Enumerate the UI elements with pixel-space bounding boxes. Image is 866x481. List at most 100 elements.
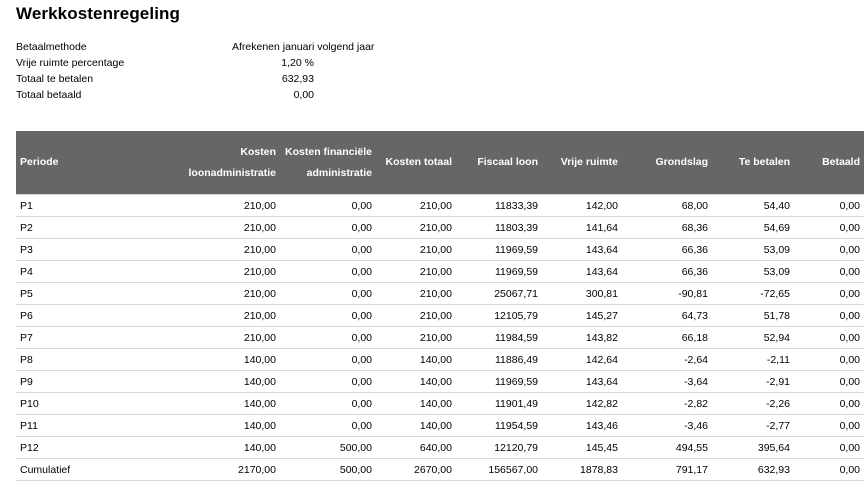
summary-row-vrije-ruimte: Vrije ruimte percentage 1,20 % <box>16 55 416 71</box>
summary-value: 1,20 % <box>281 57 314 69</box>
table-cell: 66,36 <box>622 238 712 261</box>
table-cell: 0,00 <box>280 260 376 283</box>
summary-value: Afrekenen januari volgend jaar <box>232 41 375 53</box>
table-cell: 68,00 <box>622 194 712 217</box>
table-cell: 145,27 <box>542 304 622 327</box>
table-cell: 143,46 <box>542 414 622 437</box>
table-cell: -72,65 <box>712 282 794 305</box>
summary-row-totaal-betaald: Totaal betaald 0,00 <box>16 87 416 103</box>
summary-value: 0,00 <box>293 89 314 101</box>
table-cell: P10 <box>16 392 166 415</box>
table-cell: 11833,39 <box>456 194 542 217</box>
page-title: Werkkostenregeling <box>16 4 180 23</box>
table-cell: P9 <box>16 370 166 393</box>
table-row: P9 140,00 0,00 140,00 11969,59 143,64 -3,64 -2,… <box>16 370 864 393</box>
table-cell: P11 <box>16 414 166 437</box>
table-cell: 791,17 <box>622 458 712 481</box>
table-cell: Cumulatief <box>16 458 166 481</box>
column-header-periode: Periode <box>16 131 166 195</box>
table-cell: 66,18 <box>622 326 712 349</box>
table-cell: 140,00 <box>376 370 456 393</box>
table-cell: P2 <box>16 216 166 239</box>
column-header-vrije-ruimte: Vrije ruimte <box>542 131 622 195</box>
summary-label: Vrije ruimte percentage <box>16 57 125 69</box>
table-cell: P5 <box>16 282 166 305</box>
table-cell: 0,00 <box>794 238 864 261</box>
table-cell: 0,00 <box>280 370 376 393</box>
table-cell: 12120,79 <box>456 436 542 459</box>
summary-row-totaal-te-betalen: Totaal te betalen 632,93 <box>16 71 416 87</box>
summary-label: Totaal betaald <box>16 89 82 101</box>
summary-block: Betaalmethode Afrekenen januari volgend … <box>16 39 416 103</box>
table-cell: 11901,49 <box>456 392 542 415</box>
table-cell: P4 <box>16 260 166 283</box>
column-header-kosten-financiele-administratie: Kosten financiële administratie <box>280 131 376 195</box>
table-cell: 140,00 <box>376 392 456 415</box>
table-cell: -2,82 <box>622 392 712 415</box>
column-header-grondslag: Grondslag <box>622 131 712 195</box>
table-cell: P7 <box>16 326 166 349</box>
table-cell: 11803,39 <box>456 216 542 239</box>
table-cell: 0,00 <box>280 326 376 349</box>
column-header-kosten-totaal: Kosten totaal <box>376 131 456 195</box>
table-cell: -90,81 <box>622 282 712 305</box>
table-cell: 12105,79 <box>456 304 542 327</box>
table-row: P2 210,00 0,00 210,00 11803,39 141,64 68,36 54,… <box>16 216 864 239</box>
table-row: P11 140,00 0,00 140,00 11954,59 143,46 -3,46 -2… <box>16 414 864 437</box>
table-row: P7 210,00 0,00 210,00 11984,59 143,82 66,18 52,… <box>16 326 864 349</box>
table-cell: P12 <box>16 436 166 459</box>
table-cell: 68,36 <box>622 216 712 239</box>
table-row: P1 210,00 0,00 210,00 11833,39 142,00 68,00 54,… <box>16 194 864 217</box>
table-cell: 53,09 <box>712 260 794 283</box>
table-cell: 632,93 <box>712 458 794 481</box>
table-cell: 500,00 <box>280 458 376 481</box>
table-row-total: Cumulatief 2170,00 500,00 2670,00 156567,00 1… <box>16 458 864 481</box>
table-cell: 140,00 <box>376 348 456 371</box>
table-cell: 0,00 <box>794 392 864 415</box>
table-cell: 143,82 <box>542 326 622 349</box>
table-cell: 0,00 <box>794 458 864 481</box>
table-cell: -2,91 <box>712 370 794 393</box>
table-cell: 141,64 <box>542 216 622 239</box>
table-header-row: Periode Kosten loonadministratie Kosten … <box>16 131 864 195</box>
table-cell: 54,69 <box>712 216 794 239</box>
table-cell: 142,82 <box>542 392 622 415</box>
table-cell: P1 <box>16 194 166 217</box>
table-cell: -3,64 <box>622 370 712 393</box>
table-cell: 2170,00 <box>166 458 280 481</box>
table-row: P6 210,00 0,00 210,00 12105,79 145,27 64,73 51,… <box>16 304 864 327</box>
table-cell: 0,00 <box>794 414 864 437</box>
table-cell: 11954,59 <box>456 414 542 437</box>
table-cell: 395,64 <box>712 436 794 459</box>
table-row: P4 210,00 0,00 210,00 11969,59 143,64 66,36 53,… <box>16 260 864 283</box>
table-cell: 0,00 <box>280 194 376 217</box>
table-row: P5 210,00 0,00 210,00 25067,71 300,81 -90,81 -7… <box>16 282 864 305</box>
table-cell: -2,64 <box>622 348 712 371</box>
table-row: P8 140,00 0,00 140,00 11886,49 142,64 -2,64 -2,… <box>16 348 864 371</box>
table-cell: -2,26 <box>712 392 794 415</box>
table-cell: 0,00 <box>794 194 864 217</box>
table-cell: -2,77 <box>712 414 794 437</box>
table-cell: 52,94 <box>712 326 794 349</box>
summary-row-betaalmethode: Betaalmethode Afrekenen januari volgend … <box>16 39 416 55</box>
summary-label: Totaal te betalen <box>16 73 94 85</box>
table-cell: P6 <box>16 304 166 327</box>
table-cell: 210,00 <box>166 304 280 327</box>
summary-label: Betaalmethode <box>16 41 87 53</box>
table-cell: 210,00 <box>376 216 456 239</box>
table-cell: 140,00 <box>166 370 280 393</box>
table-cell: 51,78 <box>712 304 794 327</box>
table-cell: 11886,49 <box>456 348 542 371</box>
table-body: P1 210,00 0,00 210,00 11833,39 142,00 68,00 54,… <box>16 194 864 481</box>
table-cell: 2670,00 <box>376 458 456 481</box>
table-cell: 1878,83 <box>542 458 622 481</box>
table-cell: 11969,59 <box>456 260 542 283</box>
table-cell: 143,64 <box>542 260 622 283</box>
table-cell: 140,00 <box>166 392 280 415</box>
table-cell: 0,00 <box>794 304 864 327</box>
table-cell: 142,00 <box>542 194 622 217</box>
table-cell: P8 <box>16 348 166 371</box>
table-cell: 0,00 <box>794 370 864 393</box>
werkkosten-table: Periode Kosten loonadministratie Kosten … <box>16 131 864 481</box>
table-cell: 0,00 <box>794 348 864 371</box>
